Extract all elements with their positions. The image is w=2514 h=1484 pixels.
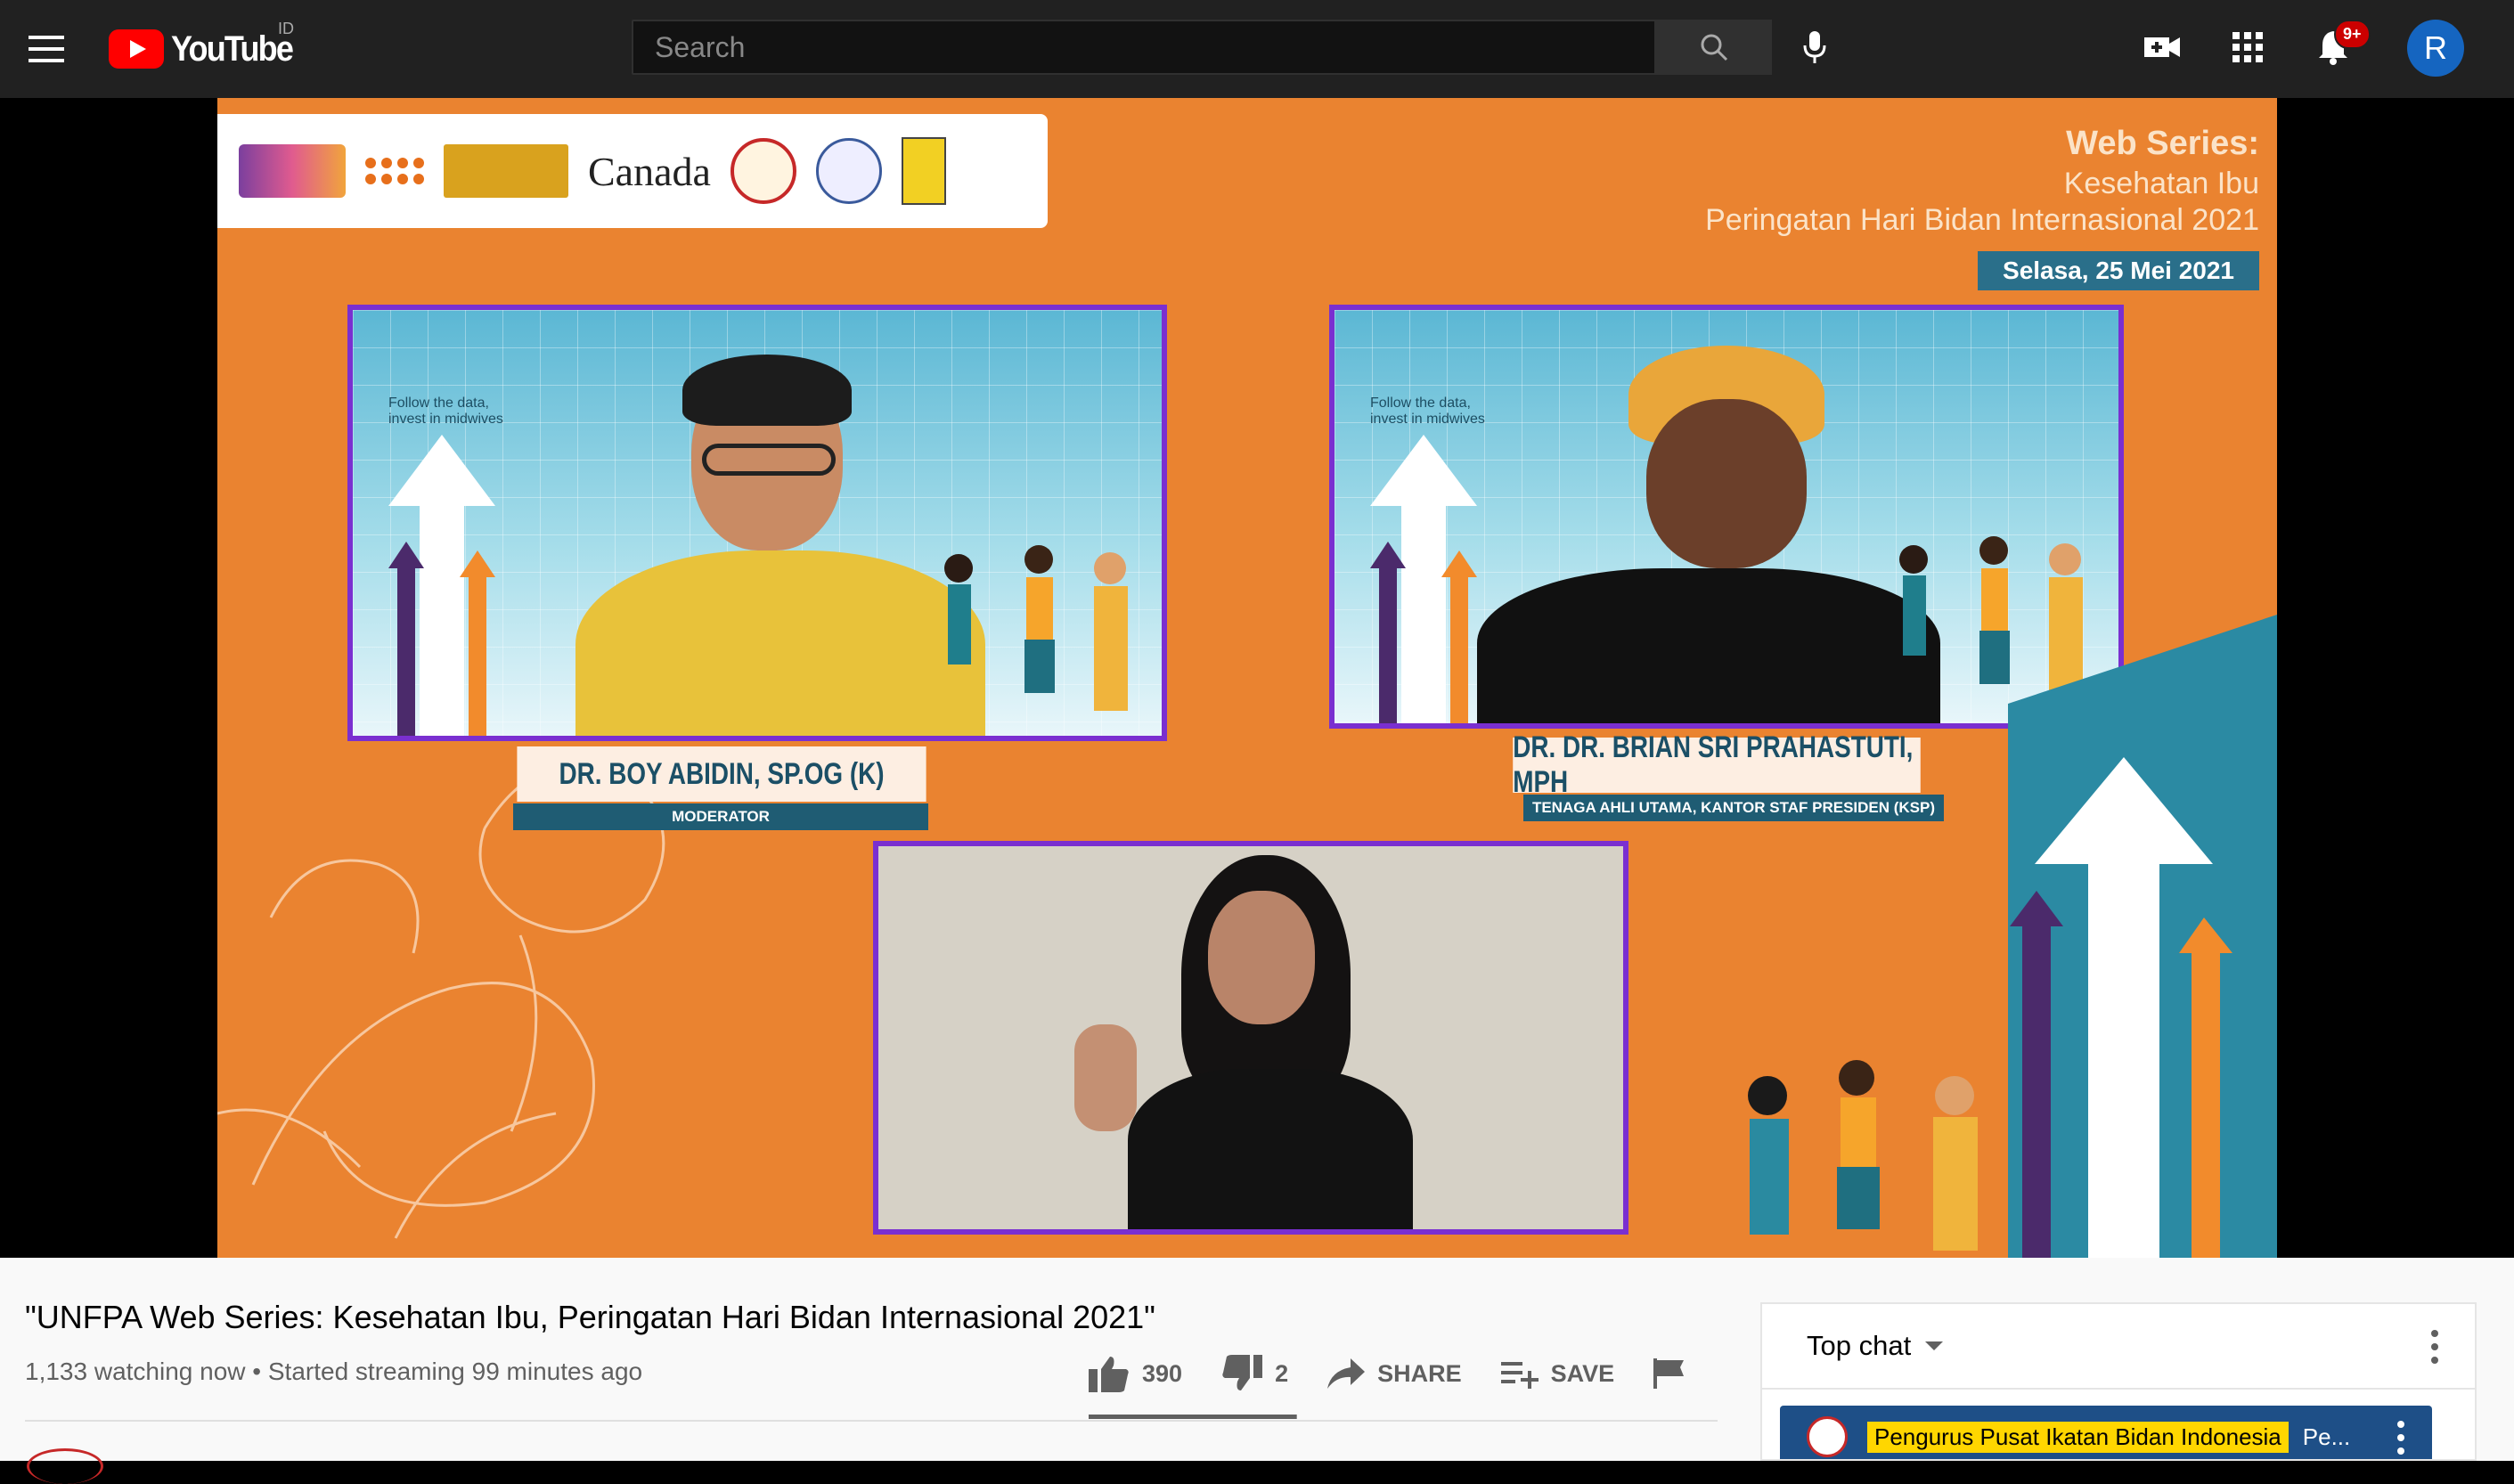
series-title: Web Series: (2066, 125, 2259, 162)
youtube-logo[interactable]: YouTube ID (109, 20, 306, 71)
growth-arrows-large (1748, 615, 2277, 1258)
dislike-button[interactable]: 2 (1221, 1355, 1288, 1392)
save-label: SAVE (1550, 1359, 1615, 1387)
women-illustration (944, 545, 1128, 711)
share-arrow-icon (1327, 1358, 1366, 1389)
dislike-count: 2 (1275, 1359, 1289, 1387)
video-player[interactable]: Canada Web Series: Kesehatan Ibu Peringa… (0, 98, 2514, 1336)
canada-wordmark: Canada (588, 148, 711, 194)
chevron-down-icon[interactable] (1925, 1341, 1944, 1350)
moderator-name: DR. BOY ABIDIN, SP.OG (K) (559, 756, 885, 791)
avatar-letter: R (2424, 29, 2447, 66)
masthead: YouTube ID Search 9+ R (0, 0, 2514, 98)
series-heading: Web Series: Kesehatan Ibu Peringatan Har… (1705, 125, 2259, 238)
chat-mode-label[interactable]: Top chat (1807, 1330, 1911, 1362)
moderator-name-plate: DR. BOY ABIDIN, SP.OG (K) (517, 746, 926, 802)
apps-grid-icon (2232, 32, 2263, 62)
share-label: SHARE (1377, 1359, 1462, 1387)
share-button[interactable]: SHARE (1327, 1358, 1462, 1389)
region-code: ID (278, 20, 294, 37)
sign-language-camera (873, 841, 1628, 1235)
moderator-role: MODERATOR (672, 808, 770, 825)
account-avatar[interactable]: R (2407, 20, 2464, 77)
details-divider (25, 1420, 1718, 1422)
notification-count-badge: 9+ (2334, 20, 2371, 49)
menu-icon[interactable] (20, 22, 73, 76)
save-button[interactable]: SAVE (1500, 1358, 1615, 1389)
series-subtitle: Kesehatan Ibu (2063, 167, 2259, 200)
video-meta: 1,133 watching now • Started streaming 9… (25, 1358, 643, 1385)
youtube-play-icon (109, 29, 164, 69)
series-event: Peringatan Hari Bidan Internasional 2021 (1705, 203, 2259, 237)
search-placeholder: Search (655, 30, 746, 63)
youtube-wordmark: YouTube (171, 29, 294, 69)
sentiment-bar (1089, 1415, 1297, 1419)
knowledge-hub-logo (239, 144, 346, 198)
search-icon (1701, 34, 1728, 61)
like-button[interactable]: 390 (1089, 1355, 1182, 1392)
pinned-message-text: Pe... (2302, 1423, 2351, 1450)
partner-logo-strip: Canada (217, 114, 1048, 228)
microphone-icon (1803, 31, 1826, 63)
thumbs-down-icon (1222, 1355, 1263, 1390)
sentiment-bar-like-fill (1089, 1415, 1296, 1419)
like-count: 390 (1142, 1359, 1183, 1387)
channel-avatar[interactable] (27, 1448, 103, 1484)
more-vert-icon[interactable] (2396, 1420, 2405, 1455)
ksp-building-logo (444, 144, 568, 198)
cam-tagline: Follow the data, invest in midwives (388, 395, 503, 427)
flag-icon (1653, 1358, 1685, 1389)
event-date: Selasa, 25 Mei 2021 (1978, 251, 2259, 290)
video-details: "UNFPA Web Series: Kesehatan Ibu, Pering… (0, 1258, 2514, 1484)
search-input[interactable]: Search (632, 20, 1656, 75)
interpreter-person (1074, 846, 1449, 1229)
growth-arrows-graphic (388, 435, 495, 736)
video-camera-plus-icon (2144, 37, 2180, 57)
search-button[interactable] (1656, 20, 1772, 75)
apps-button[interactable] (2220, 20, 2275, 75)
video-frame[interactable]: Canada Web Series: Kesehatan Ibu Peringa… (217, 98, 2277, 1258)
more-vert-icon[interactable] (2430, 1329, 2439, 1365)
thumbs-up-icon (1089, 1357, 1129, 1392)
report-button[interactable] (1653, 1358, 1685, 1389)
create-video-button[interactable] (2134, 20, 2190, 75)
chat-header: Top chat (1762, 1304, 2475, 1390)
ibi-seal-logo (730, 138, 796, 204)
unfpa-dots-logo (365, 158, 424, 184)
playlist-add-icon (1500, 1362, 1539, 1389)
video-actions: 390 2 SHARE SAVE (1089, 1347, 1723, 1400)
university-logo (901, 137, 946, 205)
pinned-author: Pengurus Pusat Ikatan Bidan Indonesia (1867, 1421, 2289, 1453)
pinned-author-avatar (1807, 1416, 1848, 1457)
voice-search-button[interactable] (1787, 20, 1842, 75)
moderator-person (549, 355, 985, 736)
pinned-message[interactable]: Pengurus Pusat Ikatan Bidan Indonesia Pe… (1780, 1406, 2432, 1459)
video-title: "UNFPA Web Series: Kesehatan Ibu, Pering… (25, 1299, 1155, 1335)
moderator-role-plate: MODERATOR (513, 803, 928, 830)
speaker-camera-moderator: Follow the data, invest in midwives (347, 305, 1167, 741)
live-chat: Top chat Pengurus Pusat Ikatan Bidan Ind… (1760, 1302, 2477, 1461)
association-seal-logo (815, 138, 882, 204)
